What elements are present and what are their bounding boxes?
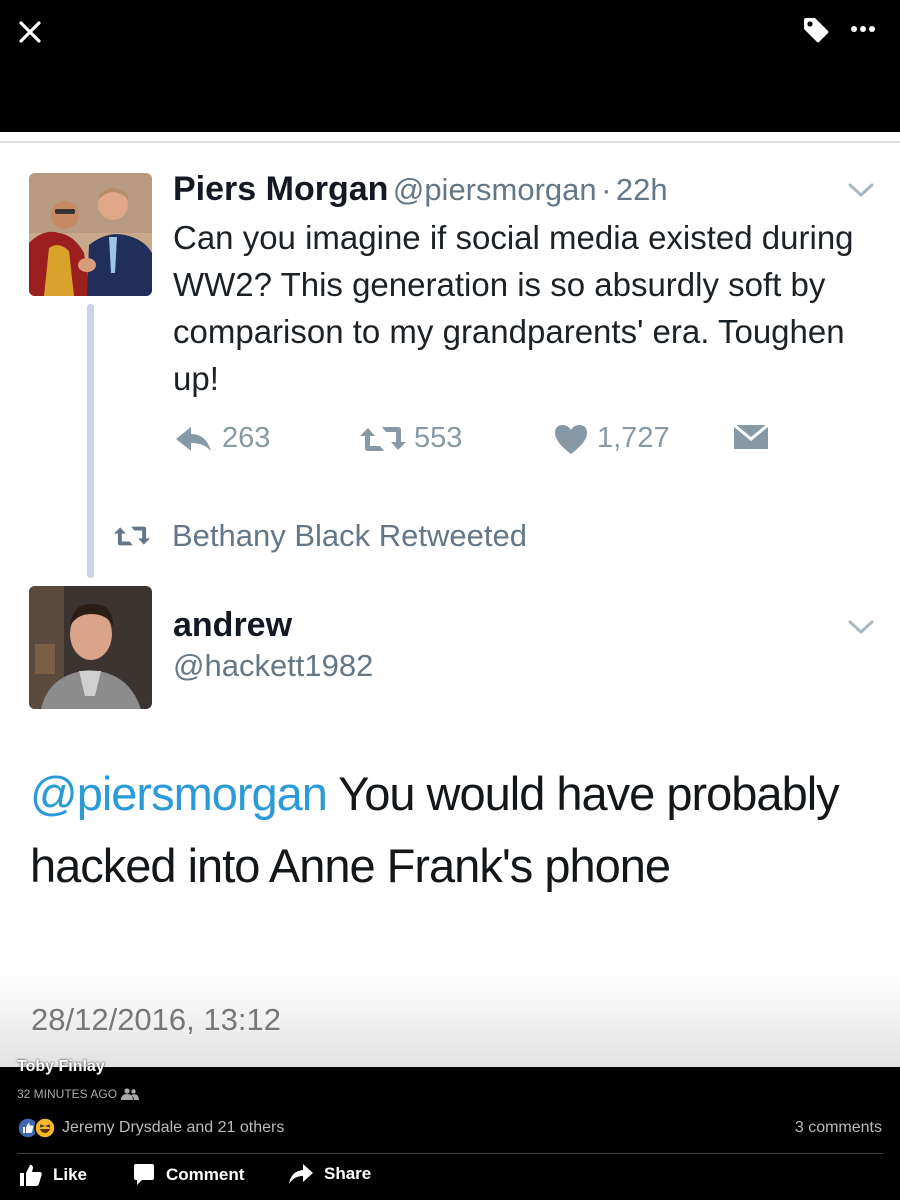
piers-morgan-avatar [29,173,152,296]
retweet-notice[interactable]: Bethany Black Retweeted [114,518,527,554]
direct-message-button[interactable] [733,422,777,452]
tweet1-text: Can you imagine if social media existed … [173,219,854,397]
retweet-count: 553 [414,422,463,454]
footer-divider [17,1153,883,1154]
tweet1-separator: · [601,172,612,207]
chevron-down-icon[interactable] [846,617,876,637]
close-icon[interactable] [18,20,42,44]
envelope-icon [733,423,769,449]
like-post-label: Like [53,1165,88,1184]
more-icon[interactable] [850,22,876,36]
like-count: 1,727 [597,422,670,454]
reply-icon [176,426,211,451]
tweet1-actions: 263 553 1,727 [0,422,900,464]
viewer-top-bar [0,0,900,132]
heart-icon [555,424,587,454]
divider [0,141,900,143]
retweet-small-icon [114,526,150,546]
haha-reaction-icon [34,1117,56,1139]
post-time-text: 32 MINUTES AGO [17,1087,118,1101]
comment-post-button[interactable]: Comment [132,1163,244,1187]
share-post-label: Share [324,1164,372,1183]
tweet1-age: 22h [615,172,668,207]
retweet-notice-text: Bethany Black Retweeted [172,518,527,553]
reactions-summary[interactable]: Jeremy Drysdale and 21 others [17,1117,284,1139]
tweet2-author-handle[interactable]: @hackett1982 [173,648,373,684]
tweet1-header: Piers Morgan @piersmorgan · 22h [173,170,668,209]
share-post-button[interactable]: Share [288,1163,371,1185]
reactions-text: Jeremy Drysdale and 21 others [62,1119,285,1136]
andrew-avatar [29,586,152,709]
like-button[interactable]: 1,727 [553,422,670,455]
friends-audience-icon [121,1088,140,1100]
like-post-button[interactable]: Like [19,1163,87,1187]
reply-button[interactable]: 263 [174,422,270,455]
retweet-button[interactable]: 553 [360,422,462,455]
post-time: 32 MINUTES AGO [17,1087,140,1101]
comment-icon [134,1164,154,1185]
chevron-down-icon[interactable] [846,180,876,200]
reply-count: 263 [222,422,271,454]
comments-count[interactable]: 3 comments [795,1119,882,1137]
poster-name[interactable]: Toby Finlay [17,1058,105,1076]
tweet1-author-name[interactable]: Piers Morgan [173,170,388,208]
tweet2-mention-link[interactable]: @piersmorgan [30,767,328,820]
comment-post-label: Comment [166,1165,245,1184]
share-arrow-icon [289,1164,313,1184]
tweet2-text: @piersmorgan You would have probably hac… [30,758,880,902]
tweet1-author-handle[interactable]: @piersmorgan [393,172,597,207]
tag-icon[interactable] [802,16,830,44]
tweet2-author-name[interactable]: andrew [173,606,292,645]
facebook-post-footer: Toby Finlay 32 MINUTES AGO Jeremy Drysda [0,1058,900,1200]
shared-screenshot[interactable]: Piers Morgan @piersmorgan · 22h Can you … [0,132,900,1067]
thumbs-up-icon [20,1164,42,1186]
retweet-icon [360,426,406,451]
tweet2-timestamp: 28/12/2016, 13:12 [31,1002,281,1037]
